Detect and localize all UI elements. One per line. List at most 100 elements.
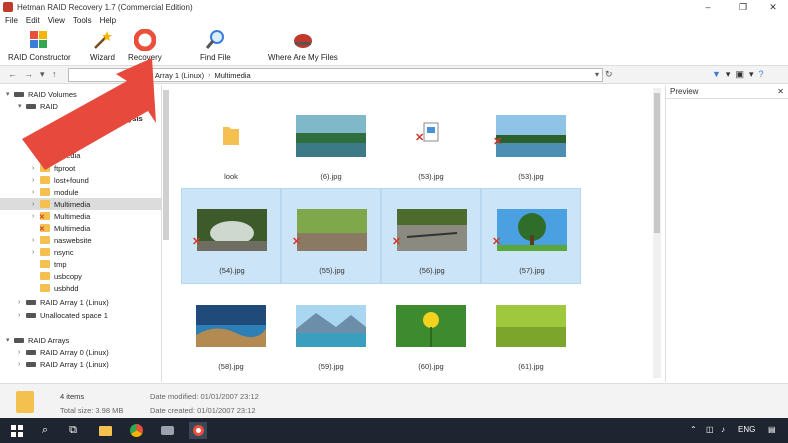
forward-arrow-icon[interactable]: → [24,69,33,79]
find-file-button[interactable]: Find File [200,29,231,62]
image-thumbnail [297,209,367,251]
wizard-button[interactable]: Wizard [90,29,115,62]
file-tile[interactable]: (58).jpg [181,285,281,381]
recovery-button[interactable]: Recovery [128,29,162,62]
raid-constructor-label: RAID Constructor [8,53,71,62]
tree-item-unallocated[interactable]: › Unallocated space 1 [18,309,108,321]
scrollbar-thumb[interactable] [654,93,660,233]
history-chevron-icon[interactable]: ▾ [40,69,45,80]
raid-constructor-button[interactable]: RAID Constructor [8,29,71,62]
deleted-icon: ✕ [192,236,202,248]
chevron-right-icon[interactable]: › [32,249,40,256]
tree-item-deleted-folder[interactable]: ›Multimedia [32,210,90,222]
network-icon[interactable]: ⌃ [690,425,697,434]
chevron-right-icon[interactable]: › [18,349,26,356]
filter-icon[interactable]: ▼ [712,69,721,80]
menu-file[interactable]: File [5,16,18,25]
task-view-icon[interactable]: ⧉ [64,422,82,439]
view-mode-icon[interactable]: ▣ [735,69,744,80]
notifications-icon[interactable]: ▤ [768,425,776,434]
chevron-down-icon[interactable]: ▾ [6,336,14,344]
chevron-right-icon[interactable]: › [32,201,40,208]
tree-item-folder[interactable]: usbcopy [32,270,82,282]
windows-start-icon[interactable] [8,422,26,439]
folder-icon [221,115,241,157]
file-tile[interactable]: look [181,95,281,191]
tree-item-folder[interactable]: › naswebsite [32,234,92,246]
tree-item-folder[interactable]: › nsync [32,246,74,258]
help-icon[interactable]: ? [759,69,764,80]
chevron-down-icon[interactable]: ▾ [18,102,26,110]
tree-item-folder[interactable]: tmp [32,258,67,270]
file-explorer-icon[interactable] [96,422,114,439]
file-tile[interactable]: (59).jpg [281,285,381,381]
file-tile-selected[interactable]: ✕ (57).jpg [481,188,581,284]
tree-item-folder[interactable]: › lost+found [32,174,89,186]
refresh-icon[interactable]: ↻ [605,69,613,80]
language-indicator[interactable]: ENG [738,425,755,434]
app-icon[interactable] [158,422,176,439]
tree-item-array-1[interactable]: › RAID Array 1 (Linux) [18,358,109,370]
image-thumbnail [296,305,366,347]
image-thumbnail [496,115,566,157]
tree-item-raid-array-1[interactable]: › RAID Array 1 (Linux) [18,296,109,308]
content-scrollbar[interactable] [653,88,661,378]
chevron-right-icon[interactable]: › [32,189,40,196]
file-tile[interactable]: (61).jpg [481,285,581,381]
folder-tree: ▾ RAID Volumes ▾ RAID alysis media › ftpr… [0,85,162,382]
file-tile[interactable]: ✕ (53).jpg [381,95,481,191]
raid-recovery-taskbar-icon[interactable] [189,422,207,439]
tree-item-folder[interactable]: usbhdd [32,282,79,294]
minimize-button[interactable]: – [693,0,723,14]
file-tile[interactable]: (60).jpg [381,285,481,381]
chevron-down-icon[interactable]: ▾ [749,69,754,80]
tree-scrollbar[interactable] [163,90,169,240]
where-are-my-files-button[interactable]: Where Are My Files [268,29,338,62]
wizard-label: Wizard [90,53,115,62]
back-arrow-icon[interactable]: ← [8,69,17,79]
close-button[interactable]: ✕ [758,0,788,14]
up-arrow-icon[interactable]: ↑ [52,69,57,79]
chevron-right-icon[interactable]: › [18,361,26,368]
chevron-right-icon[interactable]: › [18,299,26,306]
chevron-down-icon[interactable]: ▾ [595,70,599,79]
chevron-down-icon[interactable]: ▾ [726,69,731,80]
deleted-icon: ✕ [493,136,503,148]
tree-item-deleted-folder[interactable]: Multimedia [32,222,90,234]
file-tile-selected[interactable]: ✕ (54).jpg [181,188,281,284]
close-icon[interactable]: ✕ [777,87,784,96]
image-thumbnail [196,305,266,347]
volume-icon[interactable]: ♪ [721,425,725,434]
chrome-icon[interactable] [127,422,145,439]
deleted-folder-icon [39,224,50,233]
file-tile-selected[interactable]: ✕ (55).jpg [281,188,381,284]
tree-item-raid-arrays[interactable]: ▾ RAID Arrays [6,334,69,346]
path-box[interactable]: › RAID Array 1 (Linux) › Multimedia ▾ [68,68,603,82]
wifi-icon[interactable]: ◫ [706,425,714,434]
tree-item-array-0[interactable]: › RAID Array 0 (Linux) [18,346,109,358]
path-segment-array[interactable]: RAID Array 1 (Linux) [135,71,204,80]
search-icon[interactable]: ⌕ [36,422,54,439]
chevron-right-icon[interactable]: › [32,165,40,172]
path-segment-multimedia[interactable]: Multimedia [214,71,250,80]
chevron-down-icon[interactable]: ▾ [6,90,14,98]
tree-item-raid-volumes[interactable]: ▾ RAID Volumes [6,88,77,100]
menu-edit[interactable]: Edit [26,16,40,25]
chevron-right-icon[interactable]: › [32,177,40,184]
tree-item-folder[interactable]: › ftproot [32,162,75,174]
file-tile-selected[interactable]: ✕ (56).jpg [381,188,481,284]
file-tile[interactable]: (6).jpg [281,95,381,191]
maximize-button[interactable]: ❐ [728,0,758,14]
file-tile[interactable]: ✕ (53).jpg [481,95,581,191]
tree-item-multimedia-selected[interactable]: › Multimedia [0,198,161,210]
magnifier-icon [204,29,226,51]
menu-tools[interactable]: Tools [73,16,92,25]
menu-view[interactable]: View [48,16,65,25]
tree-item-folder[interactable]: › module [32,186,79,198]
chevron-right-icon[interactable]: › [32,237,40,244]
drive-icon [26,299,36,305]
chevron-right-icon[interactable]: › [18,312,26,319]
deleted-folder-icon [39,212,50,221]
tree-item-raid-top[interactable]: ▾ RAID [18,100,58,112]
menu-help[interactable]: Help [100,16,116,25]
